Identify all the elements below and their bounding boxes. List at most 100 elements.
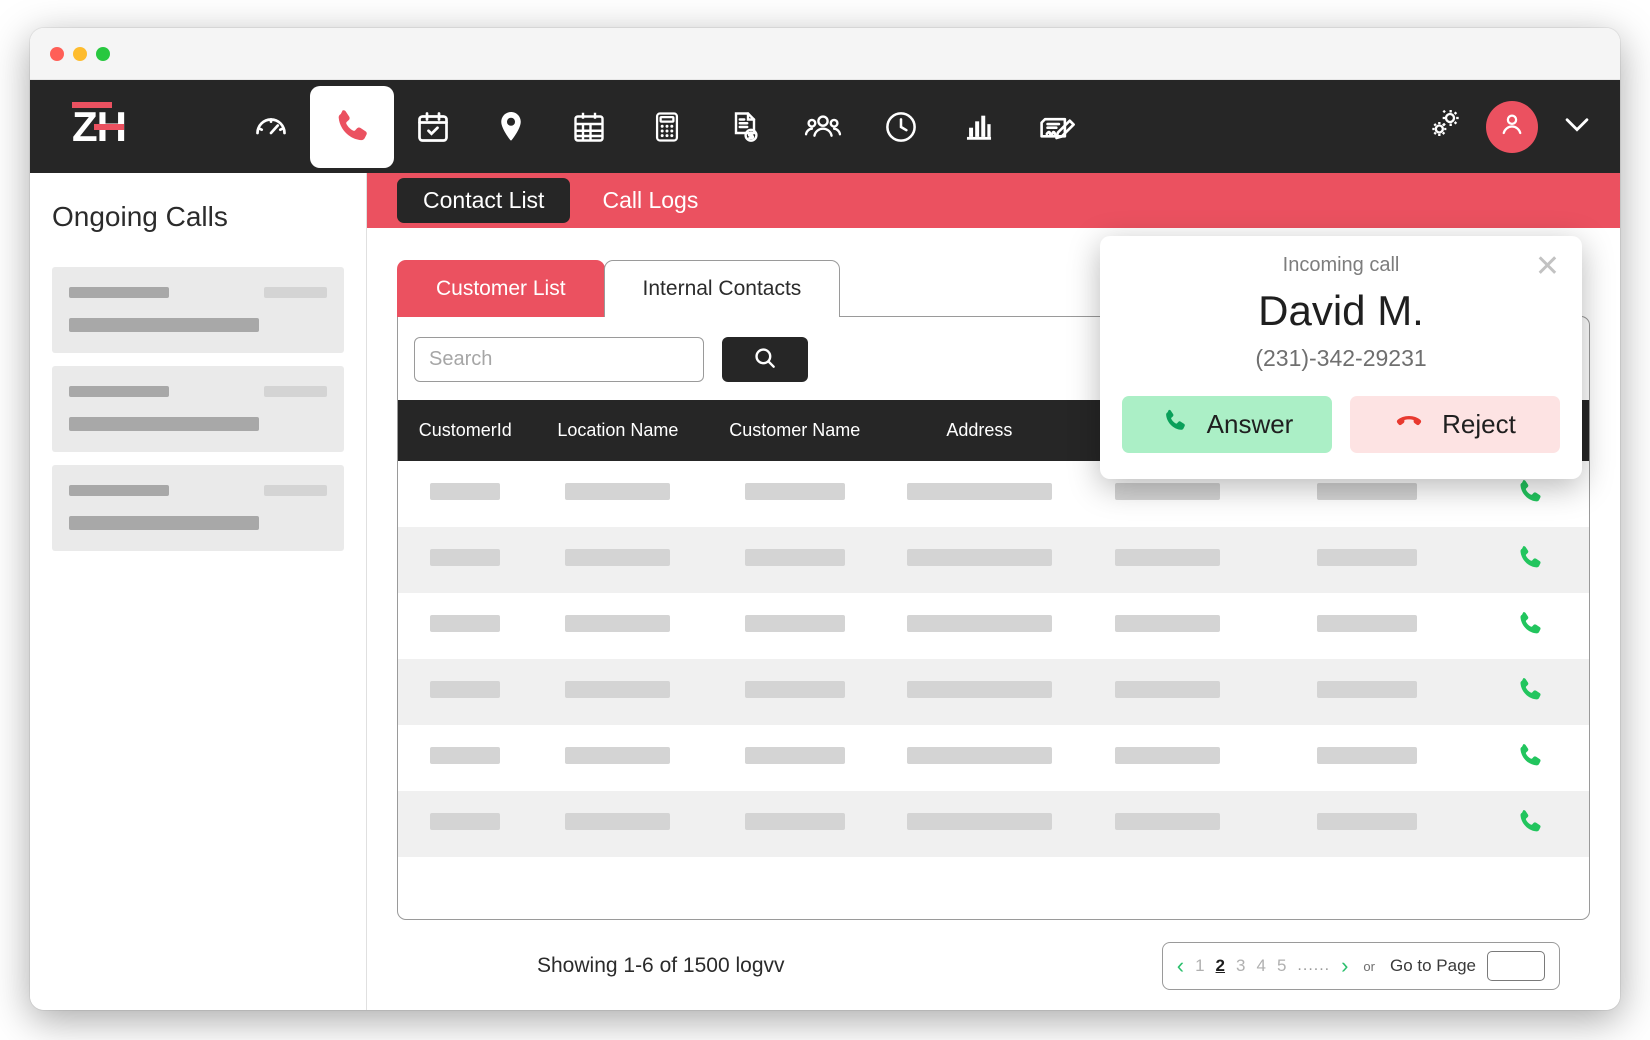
- page-5-button[interactable]: 5: [1277, 956, 1286, 976]
- minimize-window-button[interactable]: [73, 47, 87, 61]
- nav-item-invoices[interactable]: [706, 92, 784, 162]
- page-3-button[interactable]: 3: [1236, 956, 1245, 976]
- table-row[interactable]: [398, 527, 1589, 593]
- page-4-button[interactable]: 4: [1256, 956, 1265, 976]
- window-titlebar: [30, 28, 1620, 80]
- close-icon[interactable]: ✕: [1535, 252, 1560, 282]
- phone-call-icon[interactable]: [1515, 494, 1545, 511]
- table-cell: [1263, 659, 1471, 725]
- maximize-window-button[interactable]: [96, 47, 110, 61]
- placeholder-bar: [69, 287, 169, 298]
- placeholder-bar: [565, 549, 670, 566]
- answer-call-button[interactable]: Answer: [1122, 396, 1332, 453]
- nav-right-group: [1424, 101, 1594, 153]
- placeholder-bar: [745, 615, 845, 632]
- showing-count-label: Showing 1-6 of 1500 logvv: [537, 954, 785, 978]
- nav-item-estimates[interactable]: [628, 92, 706, 162]
- table-cell: [398, 791, 533, 857]
- placeholder-bar: [1317, 483, 1417, 500]
- ongoing-call-card[interactable]: [52, 267, 344, 353]
- reject-label: Reject: [1442, 409, 1516, 440]
- table-cell: [886, 461, 1072, 527]
- placeholder-bar: [907, 483, 1052, 500]
- table-row[interactable]: [398, 791, 1589, 857]
- ongoing-calls-sidebar: Ongoing Calls: [30, 173, 367, 1010]
- placeholder-bar: [69, 485, 169, 496]
- placeholder-bar: [1317, 681, 1417, 698]
- signature-icon: [1036, 106, 1078, 148]
- user-avatar[interactable]: [1486, 101, 1538, 153]
- table-cell: [1072, 659, 1263, 725]
- chevron-down-icon[interactable]: [1560, 107, 1594, 146]
- phone-call-icon[interactable]: [1515, 560, 1545, 577]
- bar-chart-icon: [962, 110, 996, 144]
- chevron-right-icon[interactable]: ›: [1341, 955, 1348, 977]
- tab-customer-list[interactable]: Customer List: [397, 260, 605, 317]
- table-cell: [533, 461, 704, 527]
- ongoing-call-card[interactable]: [52, 366, 344, 452]
- phone-call-icon[interactable]: [1515, 626, 1545, 643]
- table-cell: [1263, 791, 1471, 857]
- make-call-cell[interactable]: [1471, 725, 1589, 791]
- make-call-cell[interactable]: [1471, 791, 1589, 857]
- phone-icon: [1161, 407, 1189, 442]
- search-input[interactable]: [414, 337, 704, 382]
- placeholder-bar: [264, 386, 327, 397]
- table-row[interactable]: [398, 725, 1589, 791]
- table-cell: [533, 791, 704, 857]
- logo-letter-h: H: [97, 106, 126, 148]
- nav-item-signatures[interactable]: [1018, 92, 1096, 162]
- pagination: ‹ 1 2 3 4 5 ...... › or Go to Page: [1162, 942, 1560, 990]
- placeholder-bar: [430, 747, 500, 764]
- nav-icon-group: [232, 86, 1096, 168]
- tab-internal-contacts[interactable]: Internal Contacts: [604, 260, 841, 317]
- gears-icon[interactable]: [1424, 104, 1464, 149]
- tab-call-logs[interactable]: Call Logs: [576, 178, 724, 223]
- placeholder-bar: [1115, 483, 1220, 500]
- reject-call-button[interactable]: Reject: [1350, 396, 1560, 453]
- placeholder-bar: [1115, 549, 1220, 566]
- close-window-button[interactable]: [50, 47, 64, 61]
- go-to-page-input[interactable]: [1487, 951, 1545, 981]
- page-2-button[interactable]: 2: [1216, 956, 1225, 976]
- make-call-cell[interactable]: [1471, 593, 1589, 659]
- speedometer-icon: [253, 109, 289, 145]
- modal-actions: Answer Reject: [1122, 396, 1560, 453]
- phone-call-icon[interactable]: [1515, 758, 1545, 775]
- nav-item-tasks[interactable]: [394, 92, 472, 162]
- make-call-cell[interactable]: [1471, 659, 1589, 725]
- table-cell: [703, 593, 886, 659]
- nav-item-reports[interactable]: [940, 92, 1018, 162]
- nav-item-locations[interactable]: [472, 92, 550, 162]
- go-to-page-label: Go to Page: [1390, 956, 1476, 976]
- page-1-button[interactable]: 1: [1195, 956, 1204, 976]
- table-cell: [886, 659, 1072, 725]
- nav-item-schedule[interactable]: [550, 92, 628, 162]
- ongoing-call-card[interactable]: [52, 465, 344, 551]
- card-top-row: [69, 287, 327, 298]
- table-row[interactable]: [398, 659, 1589, 725]
- incoming-call-modal: Incoming call ✕ David M. (231)-342-29231…: [1100, 236, 1582, 479]
- calculator-icon: [650, 110, 684, 144]
- chevron-left-icon[interactable]: ‹: [1177, 955, 1184, 977]
- placeholder-bar: [907, 813, 1052, 830]
- nav-item-calls[interactable]: [310, 86, 394, 168]
- search-button[interactable]: [722, 337, 808, 382]
- make-call-cell[interactable]: [1471, 527, 1589, 593]
- calendar-check-icon: [415, 109, 451, 145]
- placeholder-bar: [1115, 615, 1220, 632]
- column-location-name: Location Name: [533, 400, 704, 461]
- phone-call-icon[interactable]: [1515, 824, 1545, 841]
- placeholder-bar: [69, 318, 259, 332]
- nav-item-timesheets[interactable]: [862, 92, 940, 162]
- tab-contact-list[interactable]: Contact List: [397, 178, 570, 223]
- nav-item-customers[interactable]: [784, 92, 862, 162]
- phone-call-icon[interactable]: [1515, 692, 1545, 709]
- placeholder-bar: [565, 681, 670, 698]
- table-row[interactable]: [398, 593, 1589, 659]
- nav-item-dashboard[interactable]: [232, 92, 310, 162]
- location-pin-icon: [493, 109, 529, 145]
- placeholder-bar: [430, 615, 500, 632]
- placeholder-bar: [745, 747, 845, 764]
- placeholder-bar: [1115, 681, 1220, 698]
